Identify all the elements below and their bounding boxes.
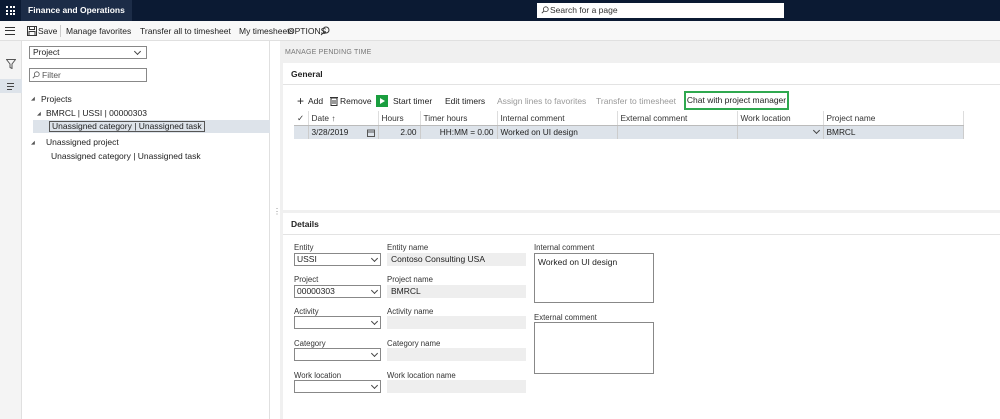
transfer-all-button[interactable]: Transfer all to timesheet: [140, 21, 231, 41]
splitter[interactable]: [270, 41, 280, 419]
chevron-down-icon: [133, 47, 142, 56]
add-button[interactable]: Add: [308, 92, 323, 110]
hours-cell[interactable]: 2.00: [378, 125, 421, 139]
remove-button[interactable]: Remove: [340, 92, 372, 110]
work-location-name-value: [387, 380, 526, 393]
work-location-name-label: Work location name: [387, 371, 456, 380]
app-name[interactable]: Finance and Operations: [21, 0, 132, 21]
edit-timers-button[interactable]: Edit timers: [445, 92, 485, 110]
tree-item-project[interactable]: BMRCL | USSI | 00000303: [46, 108, 147, 118]
entity-name-value: Contoso Consulting USA: [387, 253, 526, 266]
expand-caret-icon[interactable]: ◢: [37, 111, 41, 117]
chevron-down-icon: [812, 126, 820, 134]
activity-label: Activity: [294, 307, 319, 316]
tree-item-projects[interactable]: Projects: [41, 94, 72, 104]
chevron-down-icon: [370, 286, 379, 295]
manage-favorites-button[interactable]: Manage favorites: [66, 21, 131, 41]
action-bar: Save Manage favorites Transfer all to ti…: [0, 21, 1000, 41]
my-timesheets-button[interactable]: My timesheets: [239, 21, 294, 41]
column-header-date[interactable]: Date ↑: [308, 111, 379, 126]
search-placeholder: Search for a page: [550, 5, 618, 15]
project-select[interactable]: 00000303: [294, 285, 381, 298]
internal-comment-label: Internal comment: [534, 243, 595, 252]
assign-lines-button[interactable]: Assign lines to favorites: [497, 92, 586, 110]
sort-ascending-icon[interactable]: ↑: [331, 113, 335, 123]
chevron-down-icon: [370, 349, 379, 358]
details-header[interactable]: Details: [291, 219, 319, 229]
left-pane: Project Filter ◢ Projects ◢ BMRCL | USSI…: [23, 41, 270, 419]
expand-caret-icon[interactable]: ◢: [31, 96, 35, 102]
tree-item-project-task[interactable]: Unassigned category | Unassigned task: [49, 121, 205, 132]
column-header-work-location[interactable]: Work location: [737, 111, 824, 126]
grid-header-row: ✓ Date ↑ Hours Timer hours Internal comm…: [294, 111, 964, 126]
date-cell[interactable]: 3/28/2019: [308, 125, 379, 139]
view-select-value: Project: [33, 47, 60, 57]
chat-with-project-manager-button[interactable]: Chat with project manager: [684, 91, 789, 110]
list-view-icon[interactable]: [0, 79, 22, 93]
column-header-hours[interactable]: Hours: [378, 111, 421, 126]
activity-name-value: [387, 316, 526, 329]
calendar-icon[interactable]: [366, 129, 375, 137]
main-content: MANAGE PENDING TIME General + Add Remove…: [280, 41, 1000, 419]
left-nav: [0, 41, 22, 419]
trash-icon[interactable]: [330, 96, 338, 106]
filter-icon[interactable]: [6, 59, 16, 69]
external-comment-textarea[interactable]: [534, 322, 654, 374]
chevron-down-icon: [370, 254, 379, 263]
external-comment-label: External comment: [534, 313, 597, 322]
top-bar: Finance and Operations Search for a page: [0, 0, 1000, 21]
column-header-internal-comment[interactable]: Internal comment: [497, 111, 618, 126]
work-location-cell[interactable]: [737, 125, 824, 139]
column-header-project-name[interactable]: Project name: [823, 111, 964, 126]
activity-name-label: Activity name: [387, 307, 434, 316]
timer-hours-cell: HH:MM = 0.00: [420, 125, 498, 139]
tree-item-unassigned-task[interactable]: Unassigned category | Unassigned task: [51, 151, 201, 161]
global-search-input[interactable]: Search for a page: [537, 3, 784, 18]
divider: [60, 25, 61, 37]
category-name-label: Category name: [387, 339, 441, 348]
tree-item-unassigned-project[interactable]: Unassigned project: [46, 137, 119, 147]
entity-name-label: Entity name: [387, 243, 429, 252]
project-label: Project: [294, 275, 319, 284]
view-select[interactable]: Project: [29, 46, 147, 59]
filter-input[interactable]: Filter: [29, 68, 147, 82]
table-row[interactable]: 3/28/2019 2.00 HH:MM = 0.00 Worked on UI…: [294, 125, 964, 139]
chevron-down-icon: [370, 381, 379, 390]
entity-select[interactable]: USSI: [294, 253, 381, 266]
category-label: Category: [294, 339, 326, 348]
page-title: MANAGE PENDING TIME: [285, 49, 372, 56]
column-header-external-comment[interactable]: External comment: [617, 111, 738, 126]
search-icon[interactable]: [320, 26, 330, 36]
save-icon[interactable]: [27, 26, 37, 36]
internal-comment-textarea[interactable]: Worked on UI design: [534, 253, 654, 303]
column-header-timer-hours[interactable]: Timer hours: [420, 111, 498, 126]
select-all-checkbox[interactable]: ✓: [294, 111, 309, 126]
play-icon[interactable]: [376, 95, 388, 107]
work-location-select[interactable]: [294, 380, 381, 393]
row-checkbox[interactable]: [294, 125, 309, 139]
pending-time-grid: ✓ Date ↑ Hours Timer hours Internal comm…: [294, 111, 964, 139]
category-select[interactable]: [294, 348, 381, 361]
activity-select[interactable]: [294, 316, 381, 329]
search-icon: [541, 6, 549, 14]
filter-placeholder: Filter: [42, 70, 61, 80]
project-name-value: BMRCL: [387, 285, 526, 298]
project-name-cell[interactable]: BMRCL: [823, 125, 964, 139]
start-timer-button[interactable]: Start timer: [393, 92, 432, 110]
expand-caret-icon[interactable]: ◢: [31, 140, 35, 146]
hamburger-menu-icon[interactable]: [5, 27, 15, 35]
external-comment-cell[interactable]: [617, 125, 738, 139]
project-name-label: Project name: [387, 275, 433, 284]
general-header[interactable]: General: [291, 69, 323, 79]
transfer-to-timesheet-button[interactable]: Transfer to timesheet: [596, 92, 676, 110]
save-button[interactable]: Save: [38, 21, 57, 41]
category-name-value: [387, 348, 526, 361]
internal-comment-cell[interactable]: Worked on UI design: [497, 125, 618, 139]
app-launcher-icon[interactable]: [0, 0, 21, 21]
add-icon[interactable]: +: [297, 92, 304, 110]
entity-label: Entity: [294, 243, 314, 252]
search-icon: [32, 71, 40, 79]
chevron-down-icon: [370, 317, 379, 326]
work-location-label: Work location: [294, 371, 342, 380]
